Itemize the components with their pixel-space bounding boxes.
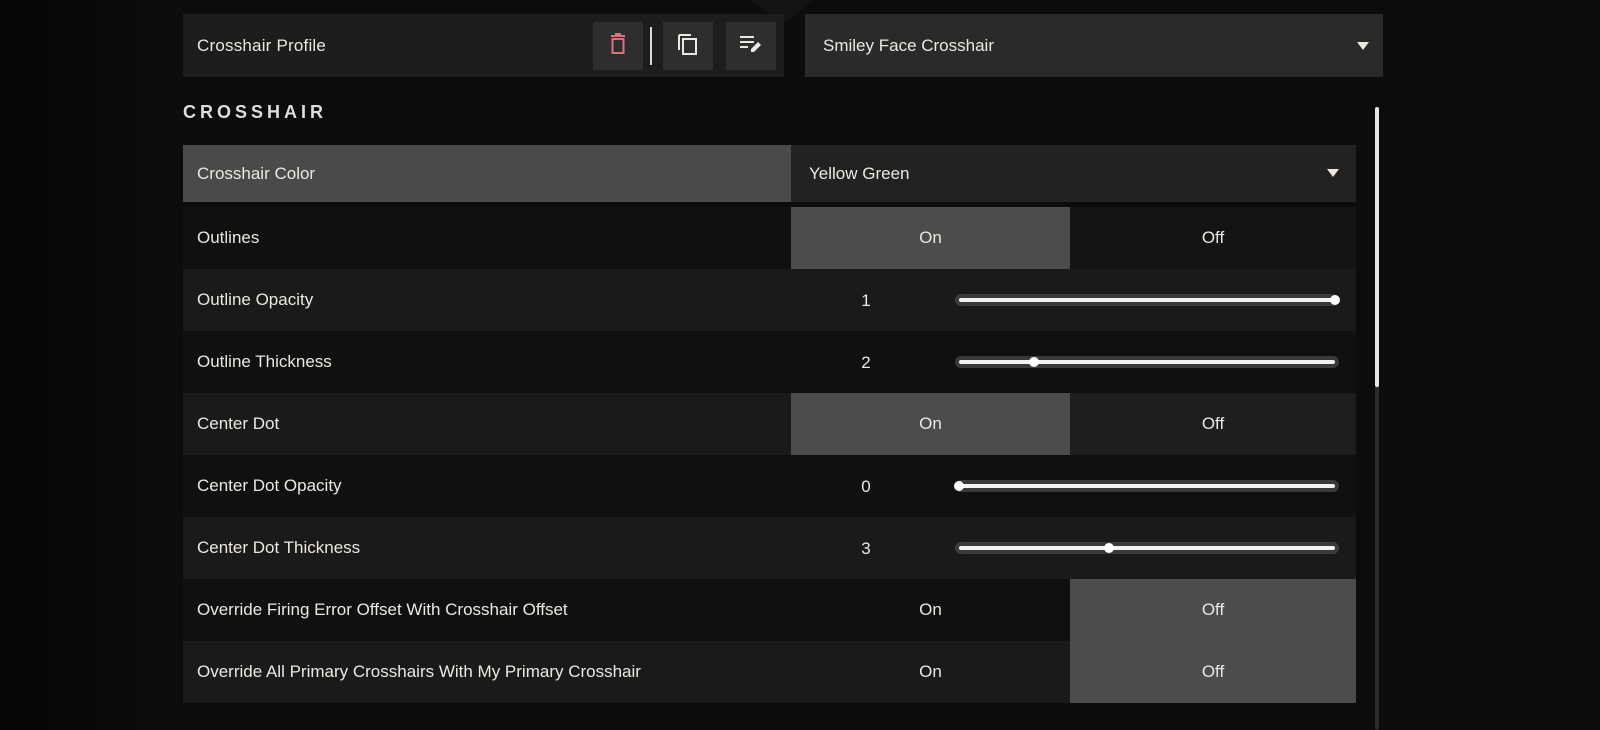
override-firing-error-on-button[interactable]: On [791, 579, 1070, 641]
setting-label: Outline Thickness [197, 352, 332, 371]
crosshair-color-dropdown[interactable]: Yellow Green [791, 145, 1356, 202]
scrollbar-thumb[interactable] [1375, 107, 1379, 387]
slider-value: 3 [861, 539, 871, 558]
crosshair-profile-label: Crosshair Profile [197, 36, 327, 55]
slider-thumb[interactable] [1330, 295, 1340, 305]
setting-row-outlines: Outlines On Off [183, 207, 1356, 269]
background-left [0, 0, 180, 730]
toolbar-divider [650, 27, 652, 65]
override-primary-crosshairs-toggle: On Off [791, 641, 1356, 703]
setting-label: Crosshair Color [197, 164, 316, 183]
edit-profile-button[interactable] [726, 22, 776, 70]
edit-list-icon [739, 34, 763, 59]
slider-value: 0 [861, 477, 871, 496]
copy-icon [677, 32, 699, 61]
crosshair-profile-bar: Crosshair Profile [183, 14, 784, 77]
crosshair-color-value: Yellow Green [809, 164, 910, 183]
setting-row-center-dot-opacity: Center Dot Opacity 0 [183, 455, 1356, 517]
slider-thumb[interactable] [1029, 357, 1040, 367]
setting-row-outline-opacity: Outline Opacity 1 [183, 269, 1356, 331]
slider-thumb[interactable] [1104, 543, 1115, 553]
setting-label: Outline Opacity [197, 290, 314, 309]
slider-value: 2 [861, 353, 871, 372]
outlines-on-button[interactable]: On [791, 207, 1070, 269]
outlines-off-button[interactable]: Off [1070, 207, 1356, 269]
override-primary-crosshairs-off-button[interactable]: Off [1070, 641, 1356, 703]
setting-label: Override All Primary Crosshairs With My … [197, 662, 641, 681]
slider-track [959, 298, 1335, 302]
setting-row-center-dot-thickness: Center Dot Thickness 3 [183, 517, 1356, 579]
setting-label: Outlines [197, 228, 260, 247]
slider-track [959, 546, 1335, 550]
slider-thumb[interactable] [954, 481, 964, 491]
center-dot-off-button[interactable]: Off [1070, 393, 1356, 455]
center-dot-thickness-slider[interactable] [955, 542, 1339, 554]
setting-label: Center Dot [197, 414, 280, 433]
center-dot-opacity-slider[interactable] [954, 480, 1339, 492]
setting-row-override-primary-crosshairs: Override All Primary Crosshairs With My … [183, 641, 1356, 703]
section-title: CROSSHAIR [183, 102, 328, 122]
crosshair-profile-value: Smiley Face Crosshair [823, 36, 994, 55]
delete-profile-button[interactable] [593, 22, 643, 70]
crosshair-profile-dropdown[interactable]: Smiley Face Crosshair [805, 14, 1383, 77]
chevron-down-icon [1327, 169, 1339, 177]
center-dot-on-button[interactable]: On [791, 393, 1070, 455]
setting-row-crosshair-color: Crosshair Color Yellow Green [183, 145, 1356, 202]
setting-label: Center Dot Opacity [197, 476, 342, 495]
setting-row-outline-thickness: Outline Thickness 2 [183, 331, 1356, 393]
outline-thickness-slider[interactable] [955, 356, 1339, 368]
override-firing-error-off-button[interactable]: Off [1070, 579, 1356, 641]
setting-label: Center Dot Thickness [197, 538, 361, 557]
override-firing-error-toggle: On Off [791, 579, 1356, 641]
setting-label: Override Firing Error Offset With Crossh… [197, 600, 568, 619]
override-primary-crosshairs-on-button[interactable]: On [791, 641, 1070, 703]
slider-track [959, 484, 1335, 488]
slider-track [959, 360, 1335, 364]
settings-scrollbar[interactable] [1375, 107, 1379, 730]
slider-value: 1 [861, 291, 871, 310]
copy-profile-button[interactable] [663, 22, 713, 70]
setting-row-center-dot: Center Dot On Off [183, 393, 1356, 455]
center-dot-toggle: On Off [791, 393, 1356, 455]
setting-row-override-firing-error-offset: Override Firing Error Offset With Crossh… [183, 579, 1356, 641]
crosshair-settings-list: Crosshair Color Yellow Green Outlines On… [183, 145, 1356, 703]
chevron-down-icon [1357, 42, 1369, 50]
outline-opacity-slider[interactable] [955, 294, 1340, 306]
outlines-toggle: On Off [791, 207, 1356, 269]
trash-icon [608, 32, 628, 60]
